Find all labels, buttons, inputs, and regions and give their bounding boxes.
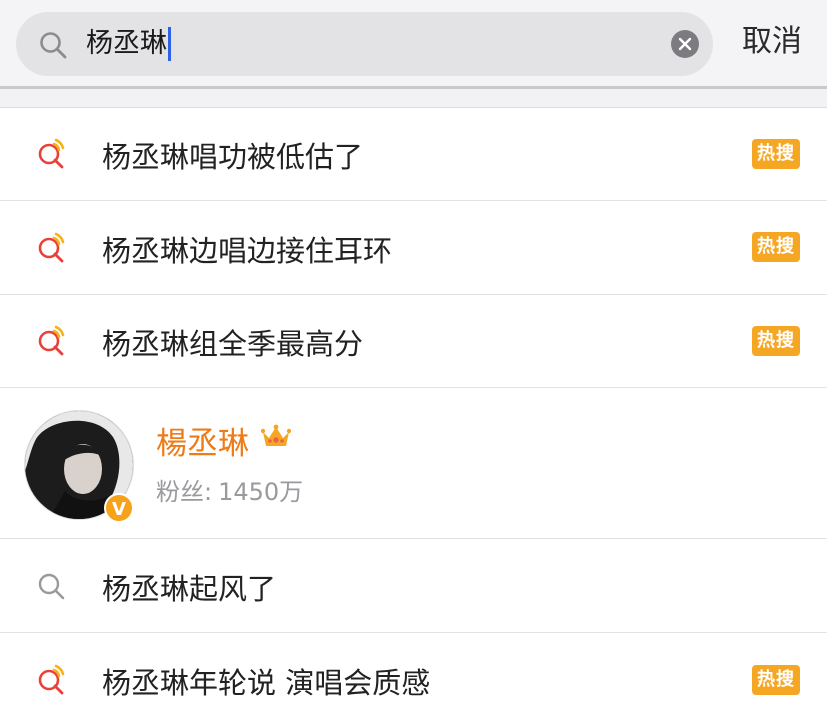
section-gap <box>0 89 827 107</box>
suggestion-text: 杨丞琳边唱边接住耳环 <box>102 234 393 268</box>
search-query[interactable]: 杨丞琳 <box>86 25 171 63</box>
suggestion-text: 杨丞琳起风了 <box>102 572 277 606</box>
suggestion-text: 杨丞琳唱功被低估了 <box>102 140 364 174</box>
search-header: 杨丞琳 取消 <box>0 0 827 86</box>
hot-search-icon <box>38 232 65 263</box>
suggestion-item[interactable]: 杨丞琳边唱边接住耳环 热搜 <box>0 201 827 295</box>
hot-search-icon <box>38 664 65 695</box>
suggestion-item[interactable]: 杨丞琳起风了 <box>0 539 827 633</box>
suggestion-text: 杨丞琳年轮说 演唱会质感 <box>102 666 431 700</box>
hot-badge: 热搜 <box>752 139 800 169</box>
hot-search-icon <box>38 325 65 356</box>
search-query-text: 杨丞琳 <box>86 28 167 59</box>
followers-value: 1450万 <box>218 478 304 506</box>
suggestion-item[interactable]: 杨丞琳年轮说 演唱会质感 热搜 <box>0 633 827 724</box>
verified-badge: V <box>104 493 134 523</box>
suggestion-text: 杨丞琳组全季最高分 <box>102 327 364 361</box>
search-input[interactable]: 杨丞琳 <box>16 12 713 76</box>
user-result-card[interactable]: V 楊丞琳 粉丝: 1450万 <box>0 388 827 539</box>
hot-search-icon <box>38 138 65 169</box>
hot-badge: 热搜 <box>752 665 800 695</box>
hot-badge: 热搜 <box>752 326 800 356</box>
text-caret <box>168 27 171 61</box>
cancel-button[interactable]: 取消 <box>742 22 802 62</box>
clear-search-button[interactable] <box>671 30 699 58</box>
followers-label: 粉丝: <box>156 478 213 506</box>
search-icon <box>40 32 67 59</box>
crown-icon <box>261 424 291 446</box>
hot-badge: 热搜 <box>752 232 800 262</box>
suggestion-item[interactable]: 杨丞琳唱功被低估了 热搜 <box>0 108 827 201</box>
user-name[interactable]: 楊丞琳 <box>156 418 249 463</box>
suggestion-item[interactable]: 杨丞琳组全季最高分 热搜 <box>0 295 827 388</box>
followers-count: 粉丝: 1450万 <box>156 472 303 507</box>
search-icon <box>38 573 65 600</box>
close-icon <box>678 37 692 51</box>
